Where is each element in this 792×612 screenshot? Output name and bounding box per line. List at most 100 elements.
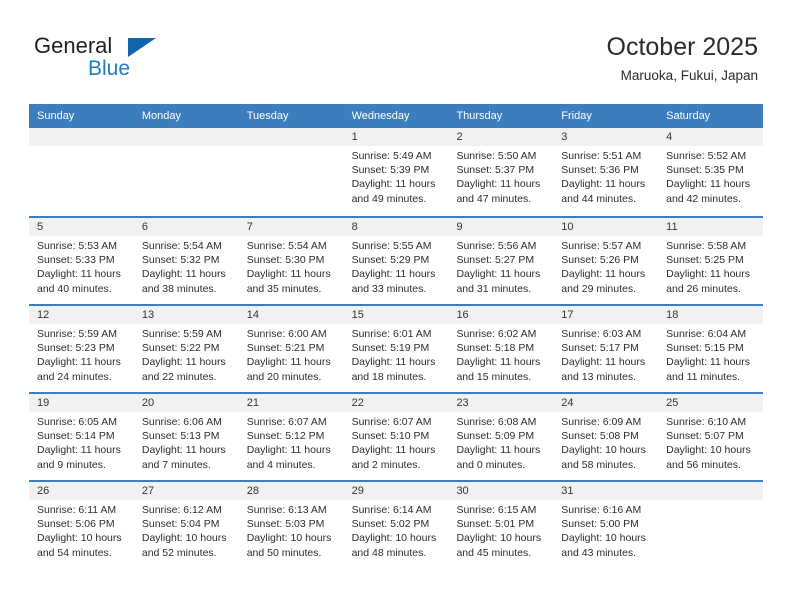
day-cell-22[interactable]: 22 Sunrise: 6:07 AM Sunset: 5:10 PM Dayligh… — [343, 394, 449, 480]
weekday-header-row: Sunday Monday Tuesday Wednesday Thursday Frid… — [29, 104, 763, 128]
day-cell-21[interactable]: 21 Sunrise: 6:07 AM Sunset: 5:12 PM Dayligh… — [238, 394, 344, 480]
brand-name-secondary: Blue — [88, 57, 131, 80]
day-detail-line: and 0 minutes. — [456, 458, 526, 471]
calendar-week-row: 1 Sunrise: 5:49 AM Sunset: 5:39 PM Daylight… — [29, 128, 764, 216]
day-cell-28[interactable]: 28 Sunrise: 6:13 AM Sunset: 5:03 PM Dayligh… — [238, 482, 344, 568]
day-detail-line: Daylight: 11 hours — [37, 268, 121, 281]
day-number: 21 — [238, 394, 344, 412]
day-details: Sunrise: 5:54 AM Sunset: 5:32 PM Daylight:… — [134, 236, 239, 296]
day-detail-line: and 38 minutes. — [141, 282, 217, 295]
day-detail-line: and 47 minutes. — [456, 192, 532, 205]
day-details: Sunrise: 6:01 AM Sunset: 5:19 PM Daylight:… — [344, 324, 449, 384]
day-detail-line: Sunset: 5:00 PM — [561, 518, 639, 531]
day-detail-line: Sunset: 5:30 PM — [246, 254, 325, 267]
day-cell-19[interactable]: 19 Sunrise: 6:05 AM Sunset: 5:14 PM Dayligh… — [29, 394, 134, 480]
day-detail-line: Sunset: 5:06 PM — [37, 518, 115, 531]
day-detail-line: Sunset: 5:14 PM — [37, 430, 115, 443]
day-detail-line: and 9 minutes. — [37, 458, 106, 471]
day-cell-24[interactable]: 24 Sunrise: 6:09 AM Sunset: 5:08 PM Dayligh… — [553, 394, 659, 480]
weekday-header-tuesday: Tuesday — [246, 110, 289, 122]
day-number: 15 — [343, 306, 449, 324]
day-detail-line: and 50 minutes. — [246, 546, 322, 559]
day-cell-29[interactable]: 29 Sunrise: 6:14 AM Sunset: 5:02 PM Dayligh… — [343, 482, 449, 568]
day-cell-3[interactable]: 3 Sunrise: 5:51 AM Sunset: 5:36 PM Daylight… — [553, 128, 659, 216]
day-detail-line: Sunrise: 5:55 AM — [351, 240, 432, 252]
day-cell-10[interactable]: 10 Sunrise: 5:57 AM Sunset: 5:26 PM Dayligh… — [553, 218, 659, 304]
day-cell-18[interactable]: 18 Sunrise: 6:04 AM Sunset: 5:15 PM Dayligh… — [658, 306, 764, 392]
day-detail-line: Sunrise: 5:51 AM — [561, 150, 642, 162]
day-number — [29, 128, 134, 146]
day-detail-line: Sunrise: 6:02 AM — [456, 328, 537, 340]
day-detail-line: Sunset: 5:22 PM — [141, 342, 220, 355]
day-detail-line: Daylight: 11 hours — [666, 268, 751, 281]
day-detail-line: Daylight: 11 hours — [561, 268, 646, 281]
day-cell-6[interactable]: 6 Sunrise: 5:54 AM Sunset: 5:32 PM Daylight… — [133, 218, 239, 304]
day-cell-12[interactable]: 12 Sunrise: 5:59 AM Sunset: 5:23 PM Dayligh… — [29, 306, 134, 392]
day-number: 19 — [29, 394, 134, 412]
day-details: Sunrise: 6:15 AM Sunset: 5:01 PM Daylight:… — [448, 500, 553, 560]
day-cell-11[interactable]: 11 Sunrise: 5:58 AM Sunset: 5:25 PM Dayligh… — [658, 218, 764, 304]
day-cell-30[interactable]: 30 Sunrise: 6:15 AM Sunset: 5:01 PM Dayligh… — [448, 482, 554, 568]
day-detail-line: Sunset: 5:07 PM — [666, 430, 744, 443]
day-detail-line: Sunrise: 6:06 AM — [141, 416, 222, 428]
day-detail-line: Daylight: 11 hours — [246, 444, 331, 457]
day-cell-20[interactable]: 20 Sunrise: 6:06 AM Sunset: 5:13 PM Dayligh… — [133, 394, 239, 480]
day-cell-13[interactable]: 13 Sunrise: 5:59 AM Sunset: 5:22 PM Dayligh… — [133, 306, 239, 392]
day-detail-line: Sunset: 5:21 PM — [246, 342, 325, 355]
day-details: Sunrise: 6:08 AM Sunset: 5:09 PM Daylight:… — [448, 412, 553, 472]
day-detail-line: and 35 minutes. — [246, 282, 322, 295]
day-detail-line: Sunrise: 5:52 AM — [666, 150, 747, 162]
day-number: 17 — [553, 306, 659, 324]
day-detail-line: Sunrise: 6:04 AM — [666, 328, 747, 340]
day-details: Sunrise: 5:56 AM Sunset: 5:27 PM Daylight:… — [448, 236, 553, 296]
day-cell-4[interactable]: 4 Sunrise: 5:52 AM Sunset: 5:35 PM Daylight… — [658, 128, 764, 216]
day-details: Sunrise: 5:54 AM Sunset: 5:30 PM Daylight:… — [239, 236, 344, 296]
day-detail-line: Sunset: 5:19 PM — [351, 342, 430, 355]
day-details: Sunrise: 5:59 AM Sunset: 5:22 PM Daylight:… — [134, 324, 239, 384]
day-number — [658, 482, 764, 500]
day-detail-line: Daylight: 11 hours — [141, 268, 226, 281]
day-cell-9[interactable]: 9 Sunrise: 5:56 AM Sunset: 5:27 PM Daylight… — [448, 218, 554, 304]
calendar-grid: Sunday Monday Tuesday Wednesday Thursday Frid… — [29, 104, 764, 568]
day-detail-line: Sunset: 5:37 PM — [456, 164, 535, 177]
day-detail-line: Daylight: 10 hours — [561, 532, 646, 545]
day-detail-line: Daylight: 11 hours — [456, 178, 541, 191]
day-cell-27[interactable]: 27 Sunrise: 6:12 AM Sunset: 5:04 PM Dayligh… — [133, 482, 239, 568]
day-details: Sunrise: 6:12 AM Sunset: 5:04 PM Daylight:… — [134, 500, 239, 560]
weekday-header-sunday: Sunday — [37, 110, 75, 122]
day-number — [133, 128, 239, 146]
day-details — [239, 146, 344, 149]
day-number: 9 — [448, 218, 554, 236]
day-detail-line: and 2 minutes. — [351, 458, 421, 471]
day-detail-line: Sunrise: 6:07 AM — [246, 416, 327, 428]
day-details: Sunrise: 6:14 AM Sunset: 5:02 PM Daylight:… — [344, 500, 449, 560]
day-cell-31[interactable]: 31 Sunrise: 6:16 AM Sunset: 5:00 PM Dayligh… — [553, 482, 659, 568]
day-details: Sunrise: 6:03 AM Sunset: 5:17 PM Daylight:… — [553, 324, 658, 384]
day-cell-26[interactable]: 26 Sunrise: 6:11 AM Sunset: 5:06 PM Dayligh… — [29, 482, 134, 568]
brand-logo[interactable]: General Blue — [30, 34, 250, 86]
day-number: 25 — [658, 394, 764, 412]
day-cell-15[interactable]: 15 Sunrise: 6:01 AM Sunset: 5:19 PM Dayligh… — [343, 306, 449, 392]
day-cell-empty — [658, 482, 764, 568]
day-cell-8[interactable]: 8 Sunrise: 5:55 AM Sunset: 5:29 PM Daylight… — [343, 218, 449, 304]
day-cell-5[interactable]: 5 Sunrise: 5:53 AM Sunset: 5:33 PM Daylight… — [29, 218, 134, 304]
day-detail-line: Sunrise: 5:59 AM — [141, 328, 222, 340]
day-details: Sunrise: 5:51 AM Sunset: 5:36 PM Daylight:… — [553, 146, 658, 206]
day-number: 1 — [343, 128, 449, 146]
day-number: 24 — [553, 394, 659, 412]
day-cell-17[interactable]: 17 Sunrise: 6:03 AM Sunset: 5:17 PM Dayligh… — [553, 306, 659, 392]
day-cell-2[interactable]: 2 Sunrise: 5:50 AM Sunset: 5:37 PM Daylight… — [448, 128, 554, 216]
day-details: Sunrise: 6:10 AM Sunset: 5:07 PM Daylight:… — [658, 412, 763, 472]
day-detail-line: Daylight: 10 hours — [37, 532, 122, 545]
day-cell-empty — [29, 128, 134, 216]
page-title: October 2025 — [606, 33, 759, 61]
day-detail-line: and 49 minutes. — [351, 192, 427, 205]
day-cell-23[interactable]: 23 Sunrise: 6:08 AM Sunset: 5:09 PM Dayligh… — [448, 394, 554, 480]
day-number: 16 — [448, 306, 554, 324]
day-cell-25[interactable]: 25 Sunrise: 6:10 AM Sunset: 5:07 PM Dayligh… — [658, 394, 764, 480]
day-cell-14[interactable]: 14 Sunrise: 6:00 AM Sunset: 5:21 PM Dayligh… — [238, 306, 344, 392]
day-cell-16[interactable]: 16 Sunrise: 6:02 AM Sunset: 5:18 PM Dayligh… — [448, 306, 554, 392]
day-cell-7[interactable]: 7 Sunrise: 5:54 AM Sunset: 5:30 PM Daylight… — [238, 218, 344, 304]
day-detail-line: Daylight: 11 hours — [351, 268, 436, 281]
day-cell-1[interactable]: 1 Sunrise: 5:49 AM Sunset: 5:39 PM Daylight… — [343, 128, 449, 216]
